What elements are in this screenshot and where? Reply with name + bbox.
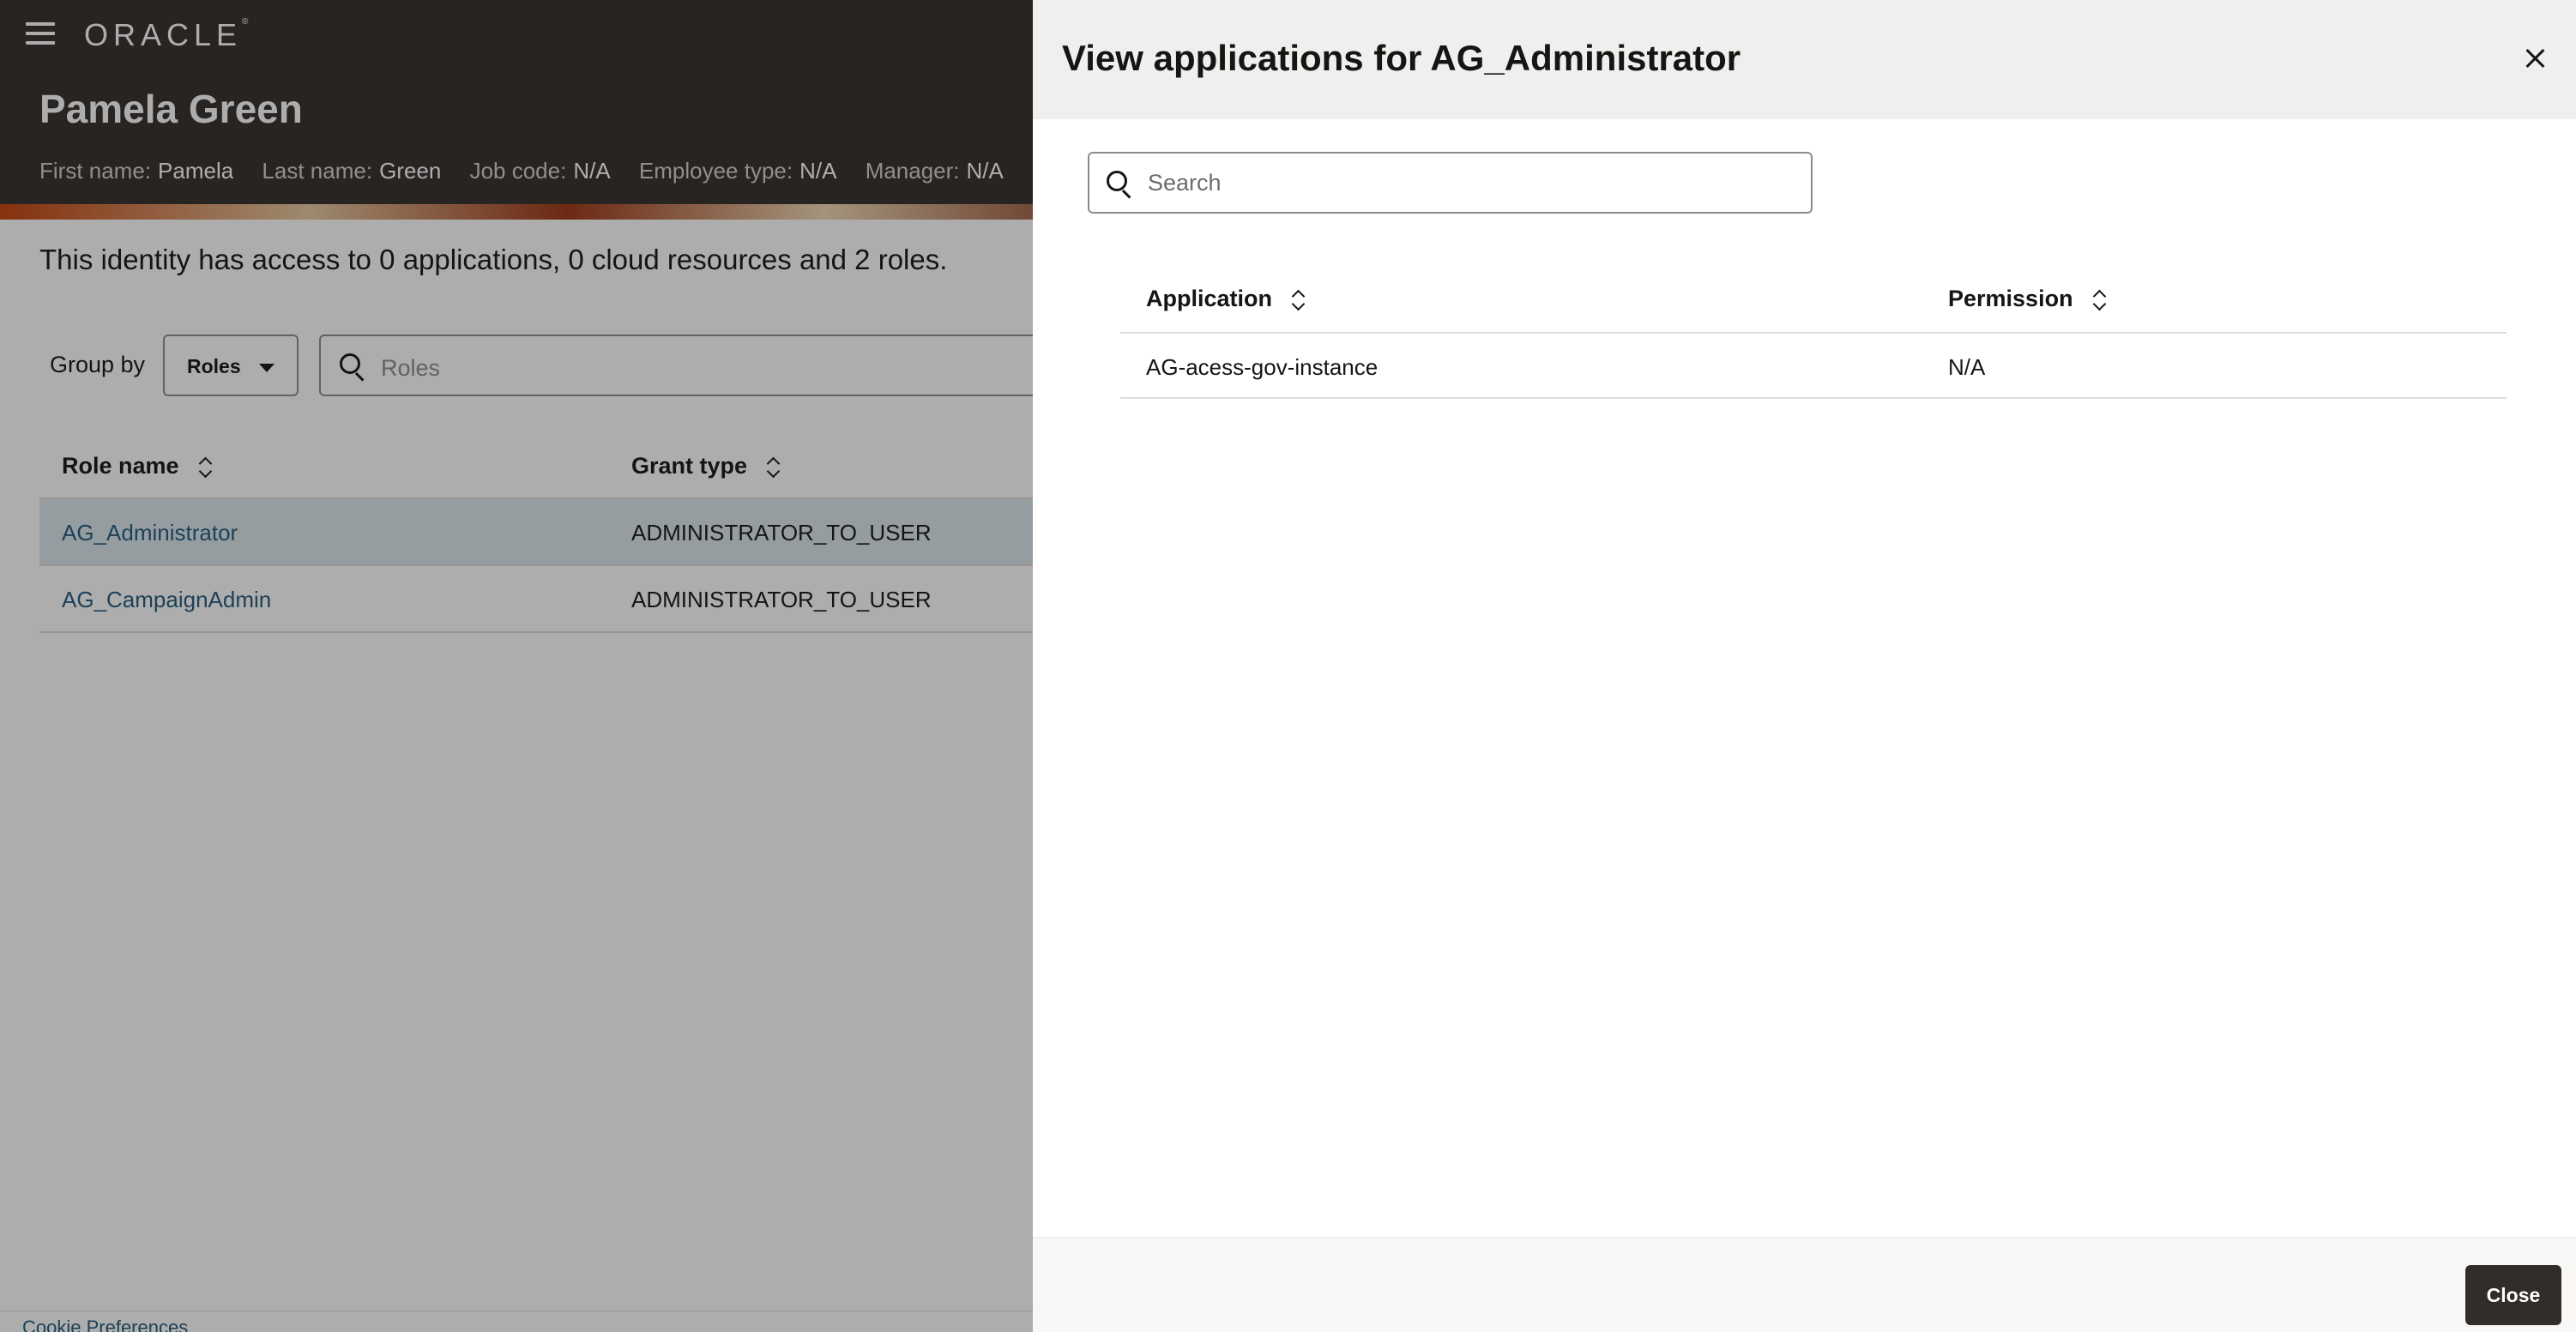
applications-table-header: Application Permission (1120, 268, 2507, 334)
drawer-header: View applications for AG_Administrator (1033, 0, 2576, 119)
application-search-field[interactable] (1088, 152, 1813, 214)
application-search-input[interactable] (1148, 160, 1791, 205)
drawer-title: View applications for AG_Administrator (1062, 38, 1741, 78)
sort-icon[interactable] (2092, 289, 2106, 311)
column-header-permission[interactable]: Permission (1948, 286, 2106, 312)
column-header-application[interactable]: Application (1146, 286, 1305, 312)
table-row[interactable]: AG-acess-gov-instance N/A (1120, 334, 2507, 399)
application-name-cell: AG-acess-gov-instance (1146, 354, 1378, 380)
close-icon[interactable] (2519, 41, 2553, 75)
view-applications-drawer: View applications for AG_Administrator A… (1033, 0, 2576, 1332)
close-button[interactable]: Close (2465, 1265, 2561, 1325)
applications-table: Application Permission AG-acess-gov-inst… (1120, 268, 2507, 399)
permission-cell: N/A (1948, 354, 1986, 380)
sort-icon[interactable] (1291, 289, 1305, 311)
search-icon (1107, 171, 1131, 199)
drawer-footer: Close (1033, 1237, 2576, 1332)
